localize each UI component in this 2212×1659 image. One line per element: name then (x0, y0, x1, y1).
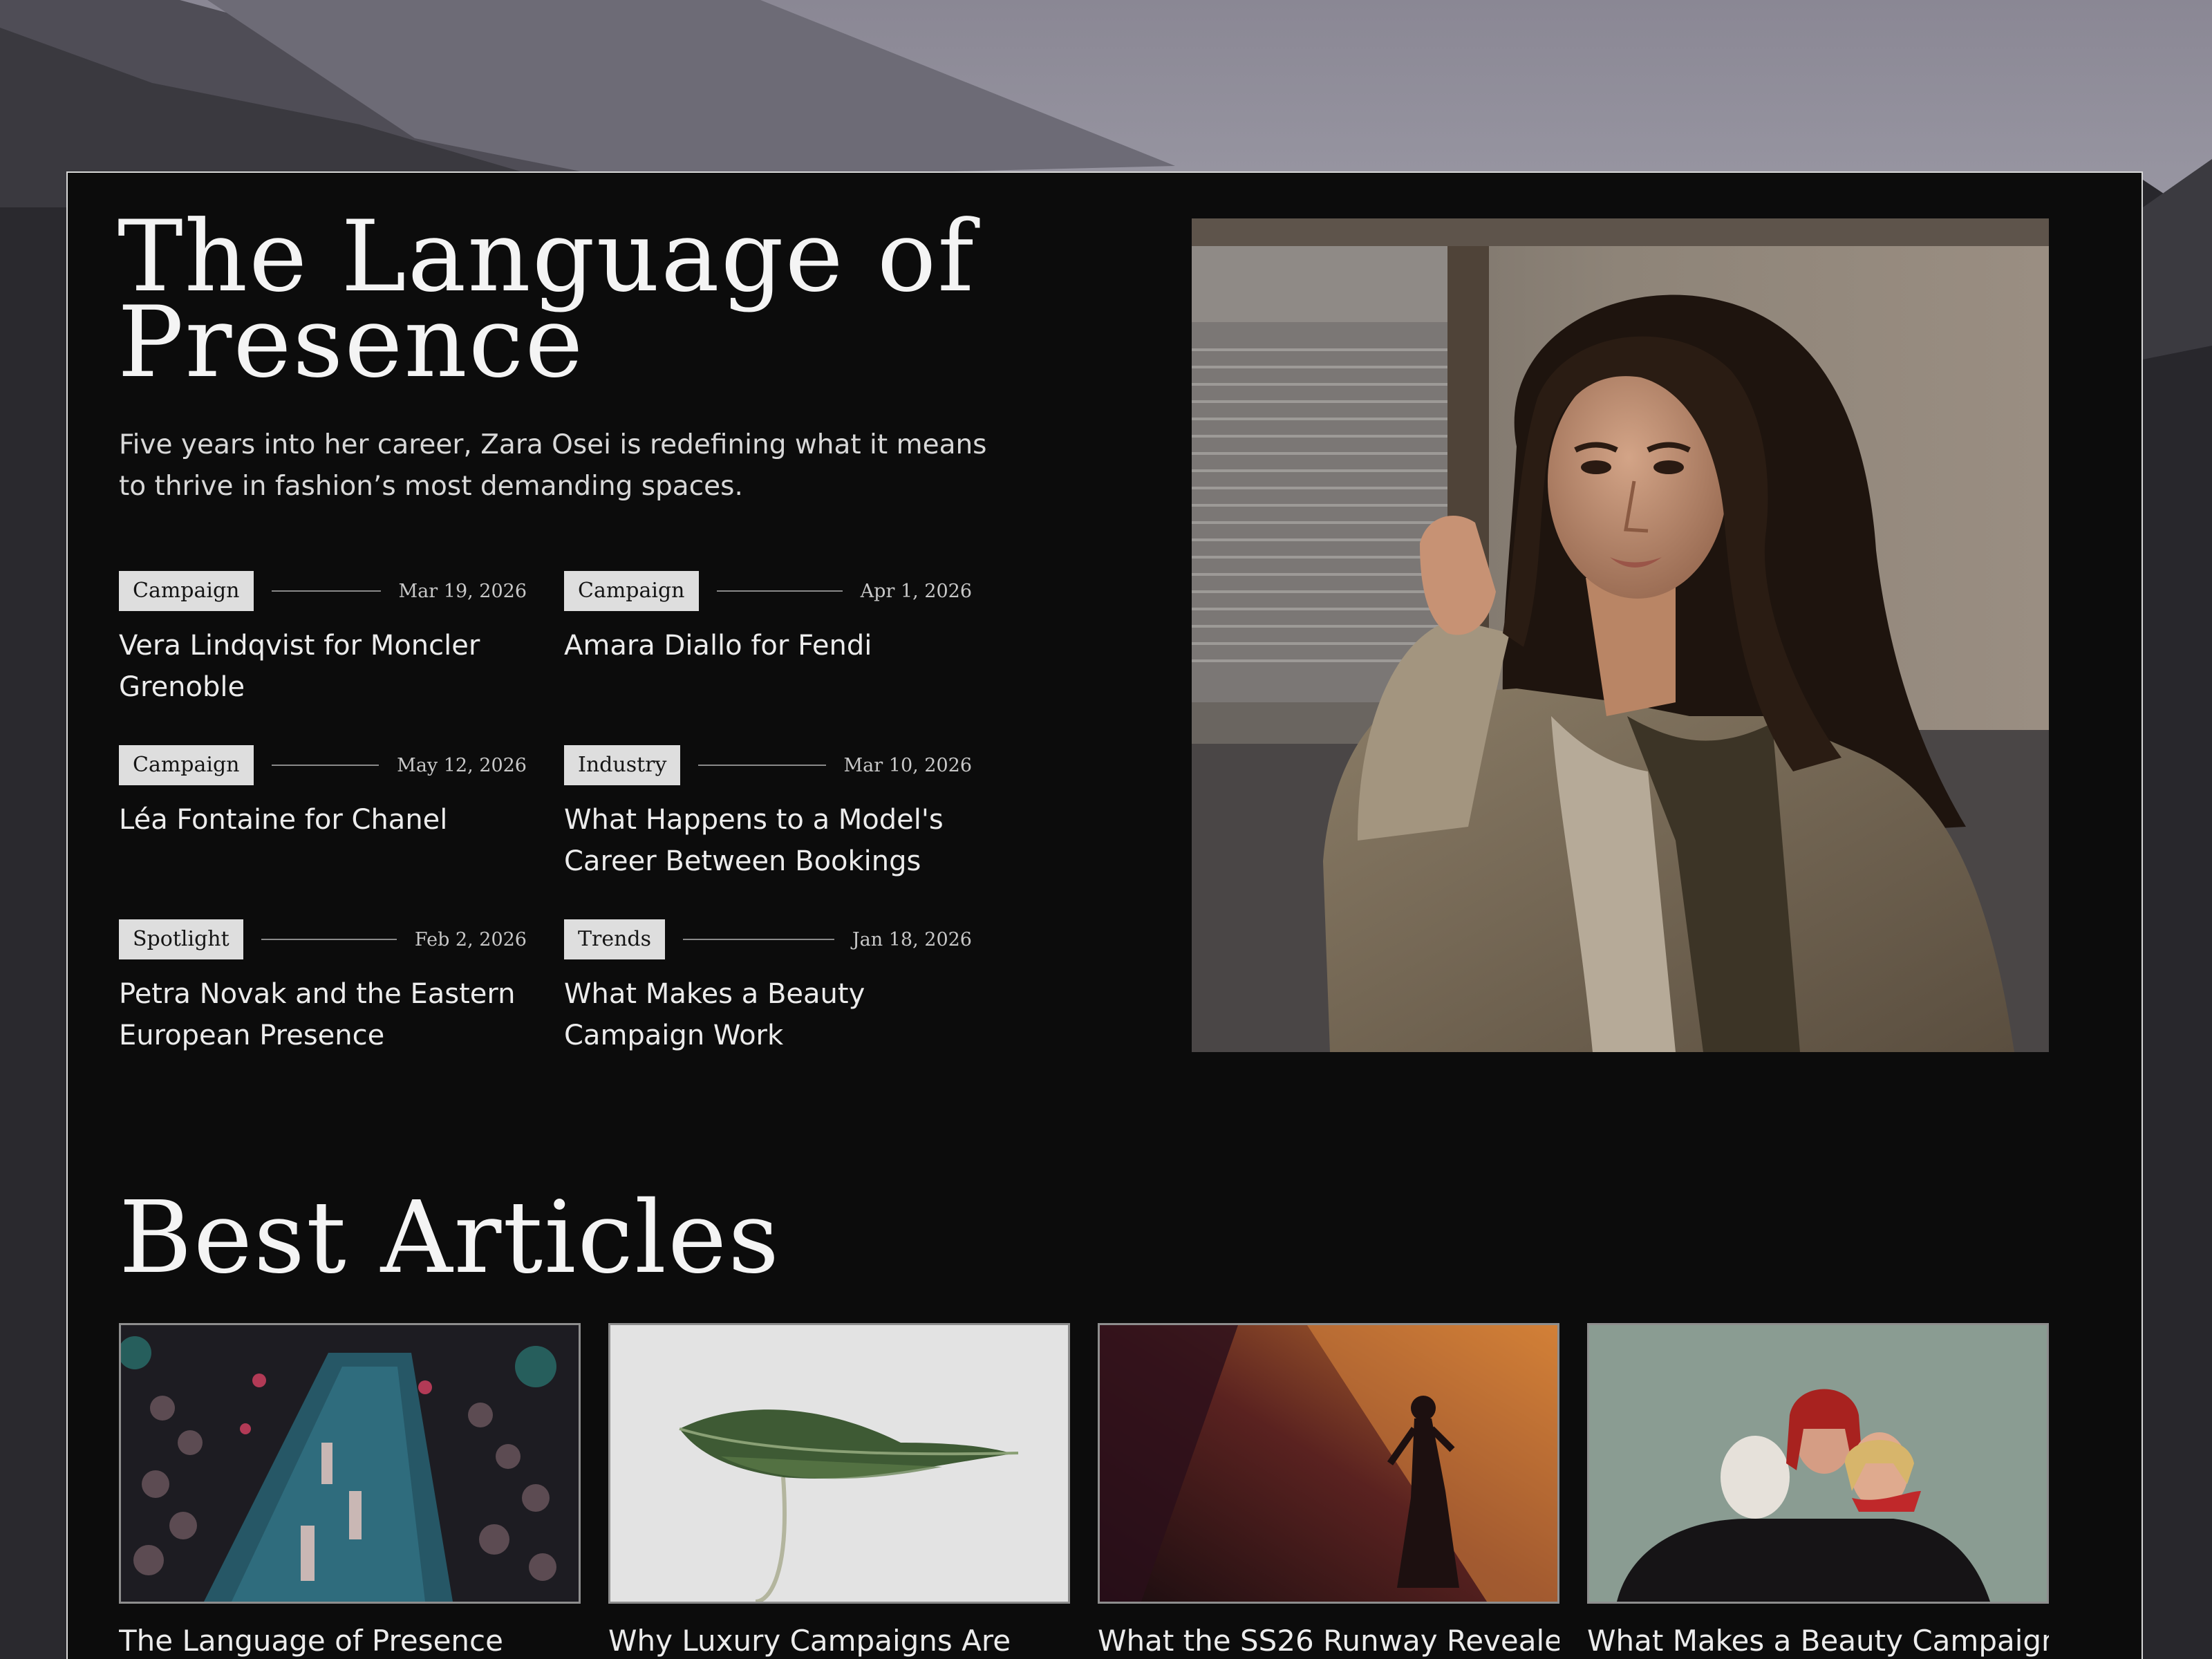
feed-meta: Industry Mar 10, 2026 (564, 745, 972, 785)
article-card[interactable]: Why Luxury Campaigns Are (608, 1323, 1070, 1659)
article-title-link[interactable]: What Happens to a Model's Career Between… (564, 799, 972, 882)
beauty-models-illustration (1589, 1325, 2047, 1602)
publish-date: May 12, 2026 (397, 754, 527, 776)
feed-meta: Campaign Apr 1, 2026 (564, 571, 972, 611)
category-tag[interactable]: Spotlight (119, 919, 243, 959)
hero-title: The Language of Presence (118, 200, 975, 400)
category-tag[interactable]: Trends (564, 919, 666, 959)
stage-dancer-illustration (1100, 1325, 1557, 1602)
runway-crowd-illustration (121, 1325, 579, 1602)
category-tag[interactable]: Campaign (119, 745, 254, 785)
publish-date: Jan 18, 2026 (852, 928, 972, 950)
divider (261, 939, 397, 940)
article-title-link[interactable]: Petra Novak and the Eastern European Pre… (119, 973, 527, 1056)
card-title[interactable]: The Language of Presence (119, 1622, 581, 1659)
article-feed: Campaign Mar 19, 2026 Vera Lindqvist for… (119, 571, 976, 1094)
article-card[interactable]: What the SS26 Runway Revealed (1098, 1323, 1559, 1659)
article-title-link[interactable]: Vera Lindqvist for Moncler Grenoble (119, 625, 527, 708)
category-tag[interactable]: Campaign (564, 571, 699, 611)
article-title-link[interactable]: Léa Fontaine for Chanel (119, 799, 527, 841)
publish-date: Apr 1, 2026 (860, 580, 972, 602)
publish-date: Feb 2, 2026 (414, 928, 527, 950)
card-image-leaf[interactable] (608, 1323, 1070, 1604)
leaf-illustration (610, 1325, 1068, 1602)
feed-meta: Campaign Mar 19, 2026 (119, 571, 527, 611)
best-articles-grid: The Language of Presence Why Luxury Camp… (119, 1323, 2049, 1659)
article-title-link[interactable]: Amara Diallo for Fendi (564, 625, 972, 666)
card-title[interactable]: What the SS26 Runway Revealed (1098, 1622, 1559, 1659)
hero-subtitle: Five years into her career, Zara Osei is… (119, 429, 987, 502)
divider (698, 765, 826, 766)
feed-meta: Trends Jan 18, 2026 (564, 919, 972, 959)
divider (271, 765, 379, 766)
card-image-runway-show[interactable] (119, 1323, 581, 1604)
card-image-beauty-models[interactable] (1587, 1323, 2049, 1604)
main-panel: The Language of Presence Five years into… (66, 171, 2143, 1659)
divider (716, 590, 843, 592)
list-item[interactable]: Campaign Mar 19, 2026 Vera Lindqvist for… (119, 571, 527, 745)
article-card[interactable]: The Language of Presence (119, 1323, 581, 1659)
article-card[interactable]: What Makes a Beauty Campaign (1587, 1323, 2049, 1659)
portrait-illustration (1192, 218, 2049, 1052)
list-item[interactable]: Industry Mar 10, 2026 What Happens to a … (564, 745, 972, 919)
list-item[interactable]: Trends Jan 18, 2026 What Makes a Beauty … (564, 919, 972, 1094)
list-item[interactable]: Campaign Apr 1, 2026 Amara Diallo for Fe… (564, 571, 972, 745)
feed-meta: Spotlight Feb 2, 2026 (119, 919, 527, 959)
article-title-link[interactable]: What Makes a Beauty Campaign Work (564, 973, 972, 1056)
hero-portrait-image[interactable] (1192, 218, 2049, 1052)
list-item[interactable]: Spotlight Feb 2, 2026 Petra Novak and th… (119, 919, 527, 1094)
feed-meta: Campaign May 12, 2026 (119, 745, 527, 785)
publish-date: Mar 10, 2026 (843, 754, 972, 776)
card-title[interactable]: Why Luxury Campaigns Are (608, 1622, 1070, 1659)
list-item[interactable]: Campaign May 12, 2026 Léa Fontaine for C… (119, 745, 527, 919)
card-title[interactable]: What Makes a Beauty Campaign (1587, 1622, 2049, 1659)
category-tag[interactable]: Industry (564, 745, 681, 785)
card-image-stage-dancer[interactable] (1098, 1323, 1559, 1604)
category-tag[interactable]: Campaign (119, 571, 254, 611)
publish-date: Mar 19, 2026 (398, 580, 527, 602)
divider (683, 939, 834, 940)
divider (271, 590, 381, 592)
section-title: Best Articles (119, 1179, 781, 1295)
